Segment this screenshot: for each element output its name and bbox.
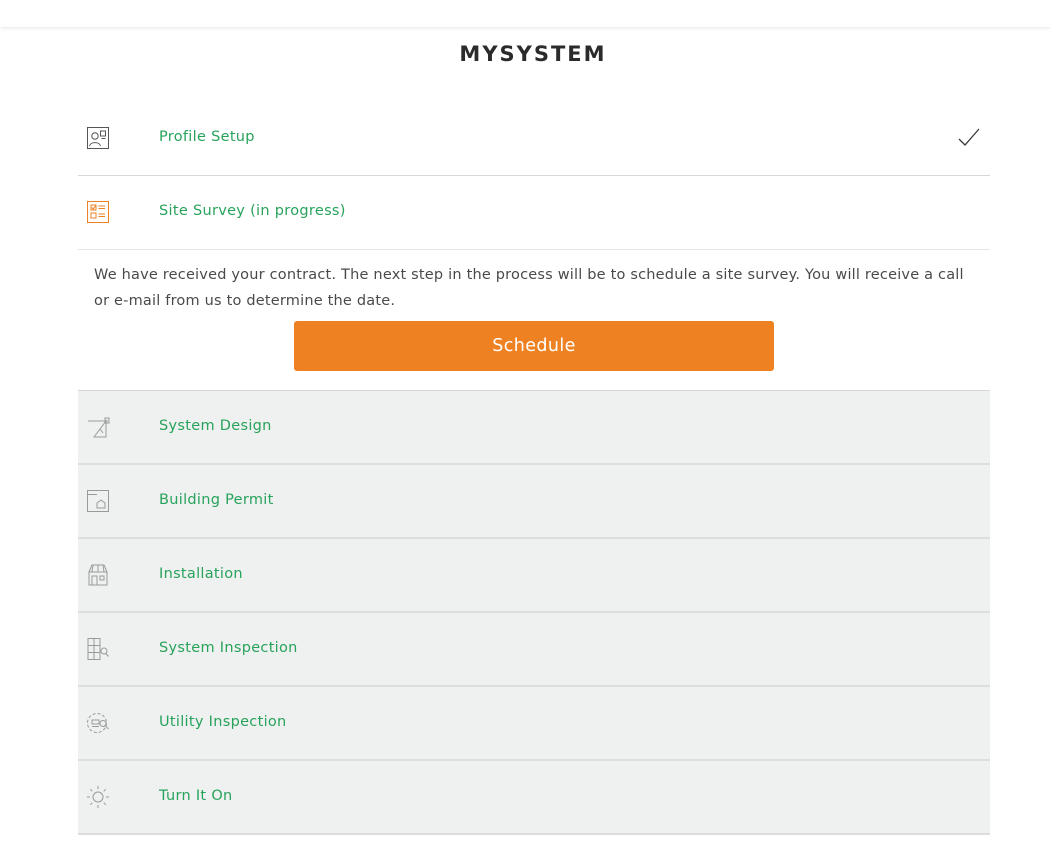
step-utility-inspection[interactable]: Utility Inspection [78,687,990,761]
step-label: System Design [159,418,272,434]
progress-steps: Profile Setup Site Survey (in progress) … [78,102,990,835]
step-label: System Inspection [159,640,298,656]
step-installation[interactable]: Installation [78,539,990,613]
site-survey-detail: We have received your contract. The next… [78,250,990,391]
step-label: Profile Setup [159,129,255,145]
step-profile-setup[interactable]: Profile Setup [78,102,990,176]
brand-logo: MYSYSTEM [459,42,607,66]
sun-icon [86,785,110,809]
step-system-inspection[interactable]: System Inspection [78,613,990,687]
step-label: Building Permit [159,492,274,508]
step-label: Installation [159,566,243,582]
step-building-permit[interactable]: Building Permit [78,465,990,539]
checkmark-icon [958,128,980,148]
step-site-survey[interactable]: Site Survey (in progress) [78,176,990,250]
step-turn-it-on[interactable]: Turn It On [78,761,990,835]
step-label: Utility Inspection [159,714,287,730]
permit-document-icon [86,489,110,513]
house-install-icon [86,563,110,587]
checklist-icon [86,200,110,224]
step-label: Site Survey (in progress) [159,203,346,219]
schedule-button[interactable]: Schedule [294,321,774,371]
step-system-design[interactable]: System Design [78,391,990,465]
panel-inspect-icon [86,637,110,661]
profile-card-icon [86,126,110,150]
meter-inspect-icon [86,711,110,735]
site-survey-message: We have received your contract. The next… [94,267,964,309]
top-bar [0,0,1051,27]
step-label: Turn It On [159,788,233,804]
design-tools-icon [86,415,110,439]
